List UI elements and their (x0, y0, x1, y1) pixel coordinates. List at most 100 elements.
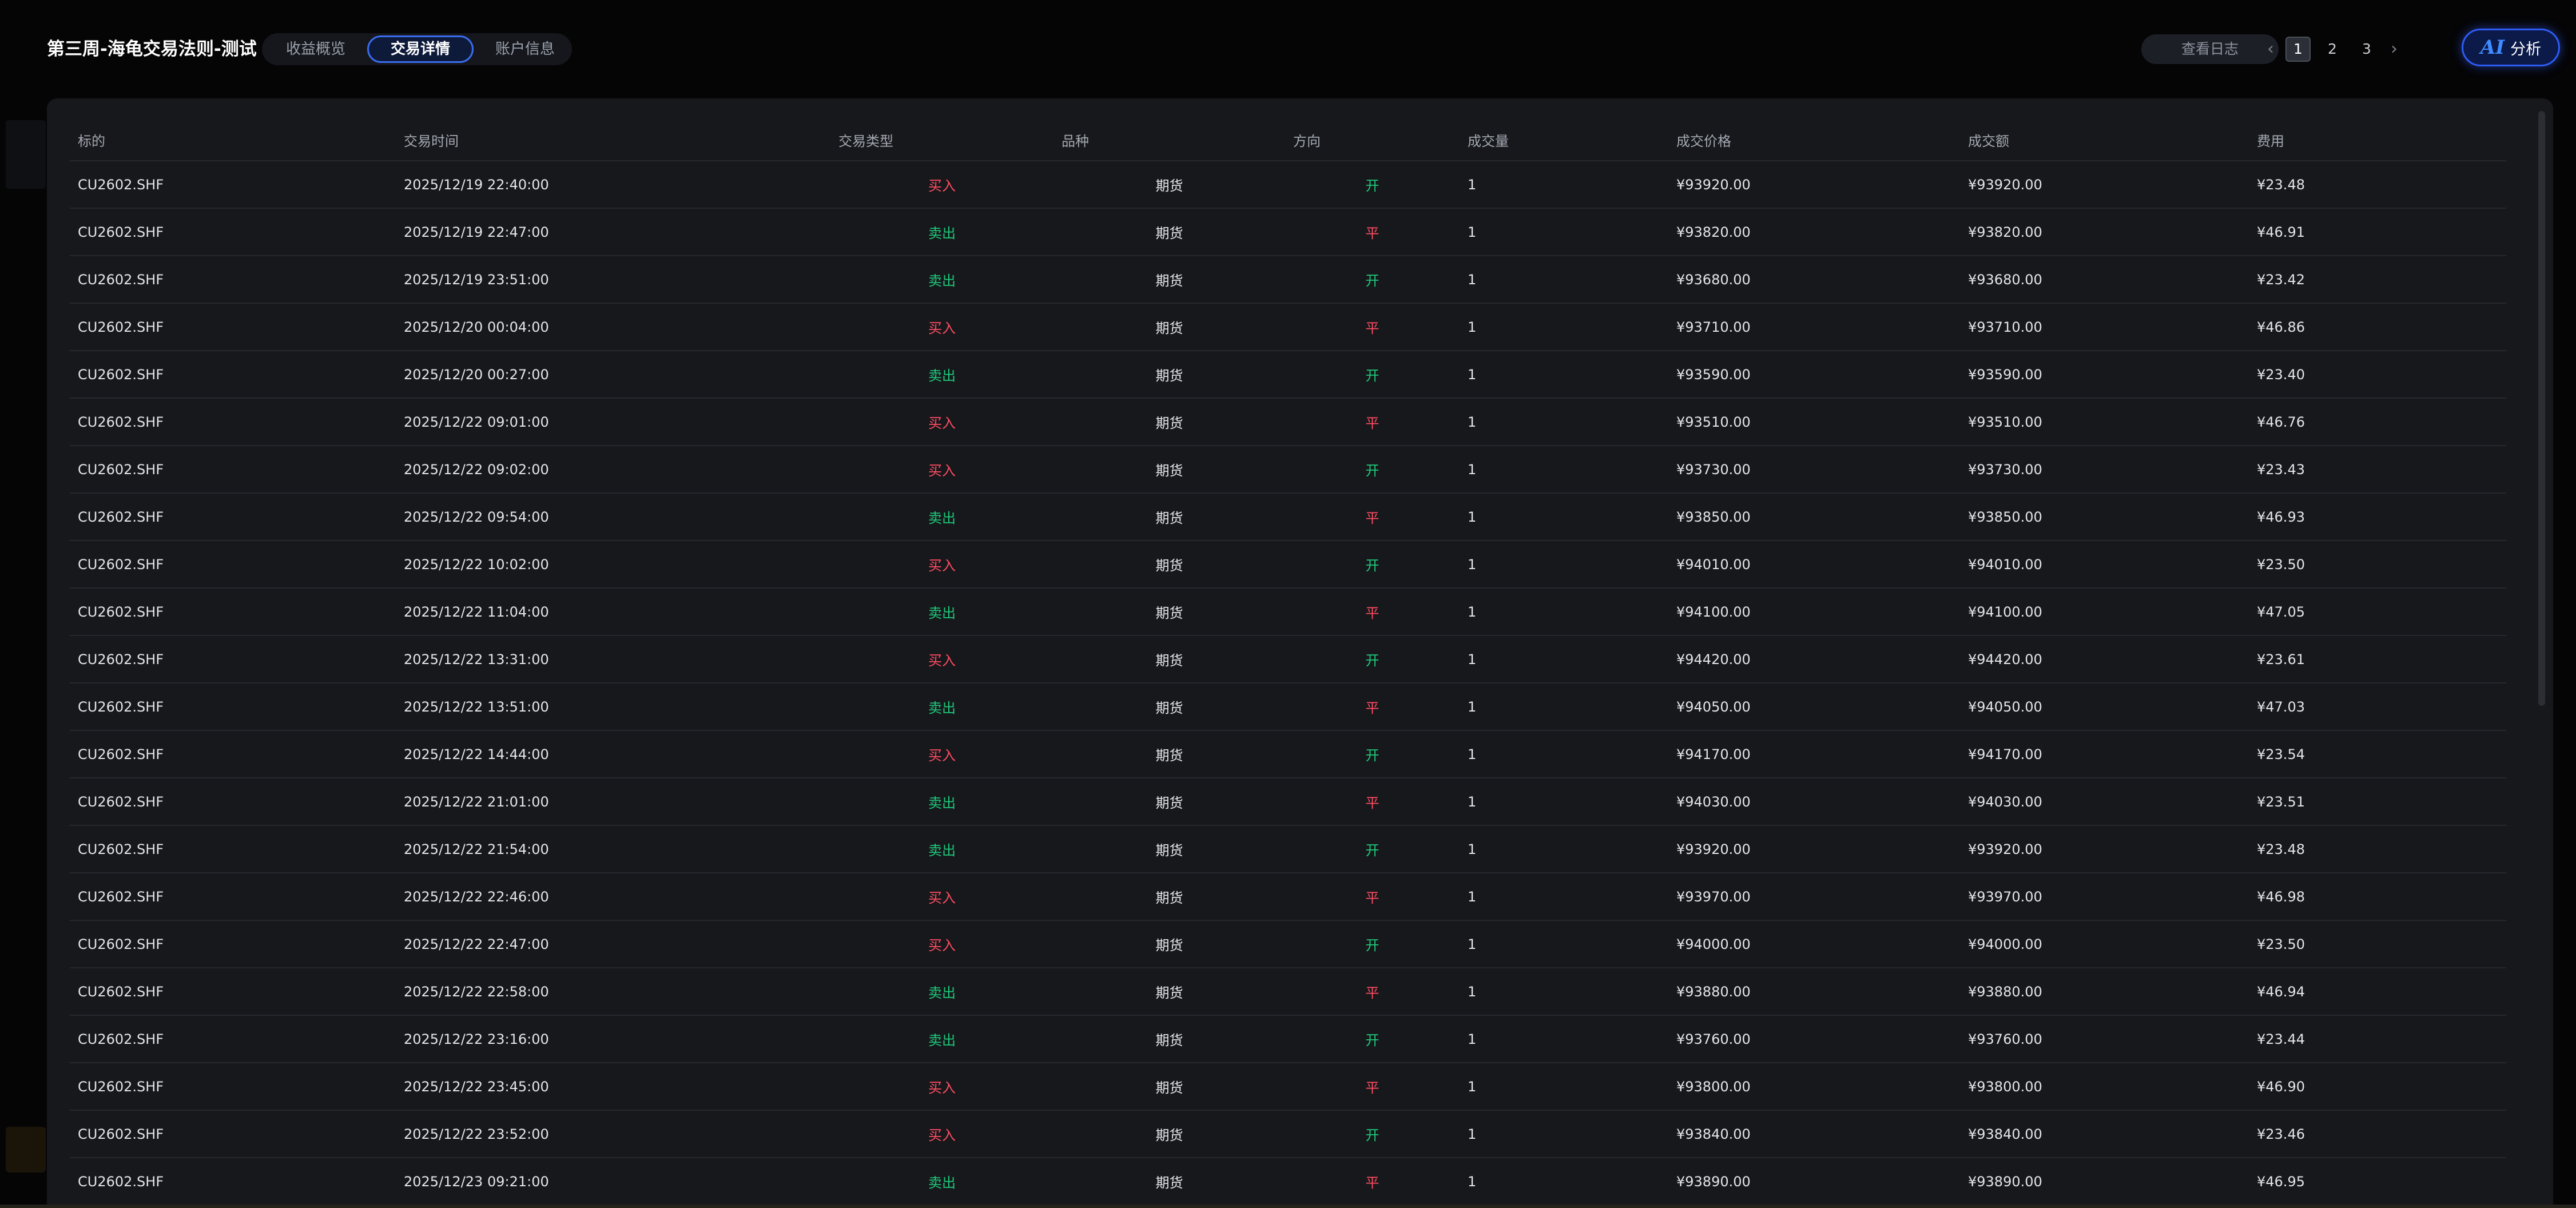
pagination: ‹ 1 2 3 › (2260, 35, 2404, 63)
cell-trade-time: 2025/12/22 22:58:00 (396, 968, 830, 1016)
cell-fee: ¥23.54 (2249, 730, 2506, 778)
cell-fee: ¥23.44 (2249, 1015, 2506, 1063)
cell-trade-time: 2025/12/19 23:51:00 (396, 256, 830, 304)
cell-volume: 1 (1460, 1158, 1668, 1206)
cell-variety: 期货 (1054, 730, 1285, 778)
cell-trade-type: 买入 (830, 1063, 1054, 1111)
cell-amount: ¥93760.00 (1960, 1015, 2249, 1063)
cell-fee: ¥23.50 (2249, 920, 2506, 968)
table-row: CU2602.SHF 2025/12/22 14:44:00 买入 期货开 1 ¥9417… (70, 730, 2506, 778)
cell-symbol: CU2602.SHF (70, 303, 396, 351)
cell-amount: ¥93970.00 (1960, 873, 2249, 921)
table-row: CU2602.SHF 2025/12/22 13:51:00 卖出 期货平 1 ¥9405… (70, 683, 2506, 731)
table-row: CU2602.SHF 2025/12/20 00:27:00 卖出 期货开 1 ¥9359… (70, 351, 2506, 399)
cell-fee: ¥47.05 (2249, 588, 2506, 636)
cell-fee: ¥23.61 (2249, 635, 2506, 684)
col-header-direction: 方向 (1285, 119, 1460, 161)
cell-fee: ¥46.76 (2249, 398, 2506, 446)
cell-direction: 平 (1285, 968, 1460, 1016)
cell-trade-time: 2025/12/22 09:54:00 (396, 493, 830, 541)
table-row: CU2602.SHF 2025/12/22 22:46:00 买入 期货平 1 ¥9397… (70, 873, 2506, 921)
cell-symbol: CU2602.SHF (70, 968, 396, 1016)
view-log-button[interactable]: 查看日志 (2141, 34, 2279, 64)
cell-amount: ¥94010.00 (1960, 541, 2249, 589)
cell-amount: ¥93850.00 (1960, 493, 2249, 541)
cell-symbol: CU2602.SHF (70, 351, 396, 399)
cell-direction: 开 (1285, 825, 1460, 873)
cell-volume: 1 (1460, 1015, 1668, 1063)
cell-amount: ¥94100.00 (1960, 588, 2249, 636)
page-2-button[interactable]: 2 (2320, 37, 2345, 62)
cell-amount: ¥94420.00 (1960, 635, 2249, 684)
cell-variety: 期货 (1054, 493, 1285, 541)
table-row: CU2602.SHF 2025/12/22 23:52:00 买入 期货开 1 ¥9384… (70, 1110, 2506, 1158)
cell-variety: 期货 (1054, 588, 1285, 636)
cell-fee: ¥23.51 (2249, 778, 2506, 826)
cell-trade-time: 2025/12/22 13:51:00 (396, 683, 830, 731)
cell-variety: 期货 (1054, 873, 1285, 921)
cell-volume: 1 (1460, 683, 1668, 731)
table-row: CU2602.SHF 2025/12/22 23:16:00 卖出 期货开 1 ¥9376… (70, 1015, 2506, 1063)
cell-trade-type: 卖出 (830, 683, 1054, 731)
cell-price: ¥93680.00 (1668, 256, 1960, 304)
page-1-button[interactable]: 1 (2285, 37, 2311, 62)
cell-trade-time: 2025/12/23 09:21:00 (396, 1158, 830, 1206)
cell-fee: ¥46.86 (2249, 303, 2506, 351)
cell-symbol: CU2602.SHF (70, 208, 396, 256)
table-row: CU2602.SHF 2025/12/19 22:40:00 买入 期货开 1 ¥9392… (70, 161, 2506, 209)
chevron-right-icon[interactable]: › (2384, 35, 2404, 63)
cell-price: ¥93710.00 (1668, 303, 1960, 351)
cell-trade-type: 卖出 (830, 588, 1054, 636)
table-row: CU2602.SHF 2025/12/22 21:01:00 卖出 期货平 1 ¥9403… (70, 778, 2506, 826)
col-header-amount: 成交额 (1960, 119, 2249, 161)
cell-variety: 期货 (1054, 161, 1285, 209)
cell-variety: 期货 (1054, 778, 1285, 826)
cell-amount: ¥93800.00 (1960, 1063, 2249, 1111)
cell-amount: ¥94030.00 (1960, 778, 2249, 826)
cell-direction: 开 (1285, 446, 1460, 494)
cell-volume: 1 (1460, 351, 1668, 399)
cell-variety: 期货 (1054, 446, 1285, 494)
tab-overview[interactable]: 收益概览 (264, 35, 367, 63)
cell-trade-time: 2025/12/22 13:31:00 (396, 635, 830, 684)
cell-direction: 平 (1285, 493, 1460, 541)
table-row: CU2602.SHF 2025/12/22 11:04:00 卖出 期货平 1 ¥9410… (70, 588, 2506, 636)
cell-volume: 1 (1460, 920, 1668, 968)
cell-amount: ¥93710.00 (1960, 303, 2249, 351)
cell-trade-time: 2025/12/19 22:47:00 (396, 208, 830, 256)
cell-direction: 开 (1285, 161, 1460, 209)
cell-trade-type: 卖出 (830, 256, 1054, 304)
cell-price: ¥93890.00 (1668, 1158, 1960, 1206)
page-3-button[interactable]: 3 (2354, 37, 2379, 62)
cell-variety: 期货 (1054, 541, 1285, 589)
cell-trade-time: 2025/12/20 00:04:00 (396, 303, 830, 351)
cell-direction: 开 (1285, 1110, 1460, 1158)
table-row: CU2602.SHF 2025/12/22 21:54:00 卖出 期货开 1 ¥9392… (70, 825, 2506, 873)
table-row: CU2602.SHF 2025/12/22 09:54:00 卖出 期货平 1 ¥9385… (70, 493, 2506, 541)
cell-direction: 平 (1285, 208, 1460, 256)
cell-variety: 期货 (1054, 398, 1285, 446)
cell-trade-type: 买入 (830, 1110, 1054, 1158)
cell-volume: 1 (1460, 256, 1668, 304)
cell-trade-time: 2025/12/22 23:45:00 (396, 1063, 830, 1111)
cell-trade-time: 2025/12/22 10:02:00 (396, 541, 830, 589)
tab-bar: 收益概览 交易详情 账户信息 (262, 33, 572, 65)
chevron-left-icon[interactable]: ‹ (2260, 35, 2281, 63)
tab-trade-details[interactable]: 交易详情 (367, 35, 474, 63)
ai-analysis-button[interactable]: AI 分析 (2462, 29, 2560, 66)
tab-account-info[interactable]: 账户信息 (474, 35, 577, 63)
cell-fee: ¥47.03 (2249, 683, 2506, 731)
cell-direction: 平 (1285, 683, 1460, 731)
cell-variety: 期货 (1054, 256, 1285, 304)
cell-amount: ¥93890.00 (1960, 1158, 2249, 1206)
table-row: CU2602.SHF 2025/12/22 23:45:00 买入 期货平 1 ¥9380… (70, 1063, 2506, 1111)
cell-volume: 1 (1460, 588, 1668, 636)
cell-trade-time: 2025/12/22 23:16:00 (396, 1015, 830, 1063)
vertical-scrollbar[interactable] (2538, 111, 2545, 706)
cell-trade-type: 买入 (830, 920, 1054, 968)
table-row: CU2602.SHF 2025/12/23 09:21:00 卖出 期货平 1 ¥9389… (70, 1158, 2506, 1206)
cell-price: ¥93920.00 (1668, 161, 1960, 209)
cell-fee: ¥46.93 (2249, 493, 2506, 541)
cell-trade-type: 买入 (830, 730, 1054, 778)
cell-trade-time: 2025/12/22 11:04:00 (396, 588, 830, 636)
